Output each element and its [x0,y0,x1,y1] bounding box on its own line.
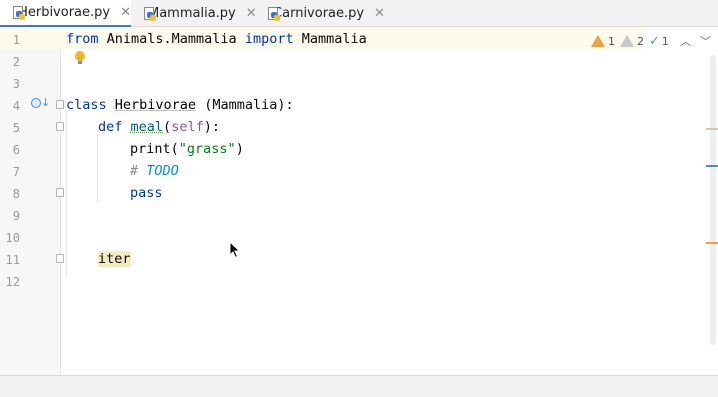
module-name: Animals.Mammalia [98,31,245,47]
editor-tab-bar: Herbivorae.py ✕ Mammalia.py ✕ Carnivorae… [0,0,718,27]
warning-count: 1 [608,34,615,48]
tab-herbivorae[interactable]: Herbivorae.py ✕ [0,0,131,27]
line-number: 3 [12,77,20,91]
chevron-up-icon[interactable]: ︿ [680,33,691,49]
string-literal: "grass" [178,141,236,157]
keyword: from [66,31,99,47]
close-icon[interactable]: ✕ [120,5,131,20]
code-line-11: iter [98,248,131,270]
line-number: 7 [12,165,20,179]
punctuation: ( [163,119,172,135]
tab-label: Herbivorae.py [18,5,111,20]
indent-guide [97,133,98,203]
keyword: def [98,119,123,135]
code-line-8: pass [130,182,163,204]
scroll-marker-info[interactable] [706,165,718,167]
indent-guide [66,111,67,275]
overrides-method-icon[interactable]: ↓ [31,96,50,110]
check-icon: ✓ [649,33,660,49]
ok-count: 1 [661,34,669,48]
scroll-marker-warning[interactable] [706,242,718,244]
live-template-abbreviation: iter [98,251,131,267]
line-number: 1 [12,33,20,47]
class-name: Herbivorae [114,97,197,113]
punctuation: ): [203,119,220,135]
todo-comment: TODO [146,163,179,179]
close-icon[interactable]: ✕ [374,6,385,21]
tab-label: Carnivorae.py [273,6,365,21]
comment: # [130,163,147,179]
inspection-ok[interactable]: ✓ 1 [649,33,669,49]
line-number: 4 [12,99,20,113]
line-number: 11 [5,253,20,267]
inspection-weak-warnings[interactable]: 2 [620,33,644,49]
warning-triangle-icon [591,35,605,47]
code-line-5: def meal(self): [98,116,220,138]
chevron-down-icon[interactable]: ﹀ [700,33,711,49]
fold-marker[interactable] [56,254,64,263]
line-number: 12 [5,275,20,289]
weak-warning-icon [620,35,634,47]
fold-marker[interactable] [56,100,64,109]
line-number: 6 [12,143,20,157]
code-line-7: # TODO [130,160,179,182]
keyword: pass [130,185,163,201]
keyword: class [66,97,107,113]
keyword: import [244,31,294,47]
inspection-warnings[interactable]: 1 [591,33,615,49]
line-number: 5 [12,121,20,135]
fold-marker[interactable] [56,122,64,131]
tab-carnivorae[interactable]: Carnivorae.py ✕ [255,0,385,27]
class-bases: (Mammalia): [196,97,294,113]
self-param: self [171,119,204,135]
editor-scrollbar[interactable] [710,55,716,345]
function-name: meal [130,119,164,135]
tab-label: Mammalia.py [148,6,236,21]
mouse-cursor-icon [229,241,241,259]
line-number: 8 [12,187,20,201]
python-file-icon [12,5,25,20]
intention-bulb-icon[interactable] [75,51,85,65]
code-line-6: print("grass") [130,138,244,160]
line-number: 10 [5,231,20,245]
status-bar [0,375,718,397]
fold-marker[interactable] [56,188,64,197]
weak-warning-count: 2 [637,34,644,48]
code-line-4: class Herbivorae (Mammalia): [66,94,294,116]
tab-mammalia[interactable]: Mammalia.py ✕ [131,0,257,27]
line-number: 2 [12,55,20,69]
identifier: Mammalia [293,31,367,47]
code-line-1: from Animals.Mammalia import Mammalia [66,28,367,50]
punctuation: ) [235,141,244,157]
line-number: 9 [12,209,20,223]
scroll-marker[interactable] [706,128,718,130]
builtin-call: print( [130,141,179,157]
python-file-icon [267,6,280,21]
